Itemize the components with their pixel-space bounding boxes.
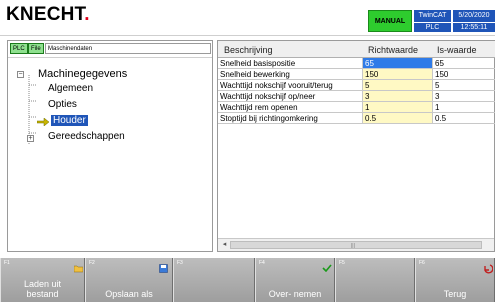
cell-target-value[interactable]: 65 (363, 58, 433, 69)
grip-icon: ||| (351, 243, 355, 249)
f6-back-button[interactable]: F6 Terug (415, 258, 495, 302)
fkey-label-line2: bestand (26, 289, 59, 299)
plc-button[interactable]: PLC (10, 43, 28, 54)
f5-empty-button[interactable]: F5 (335, 258, 415, 302)
file-button[interactable]: File (28, 43, 44, 54)
f1-load-from-file-button[interactable]: F1 Laden uit bestand (0, 258, 85, 302)
cell-target-value[interactable]: 1 (363, 102, 433, 113)
fkey-number: F3 (177, 260, 183, 266)
parameter-table: Beschrijving Richtwaarde Is-waarde Snelh… (217, 40, 495, 252)
cell-target-value[interactable]: 0.5 (363, 113, 433, 124)
checkmark-icon (322, 264, 332, 272)
column-header-richtwaarde[interactable]: Richtwaarde (368, 45, 418, 55)
twincat-label: TwinCAT (418, 12, 447, 19)
cell-description: Snelheid bewerking (218, 69, 363, 80)
f3-empty-button[interactable]: F3 (173, 258, 255, 302)
fkey-label: Laden uit bestand (1, 279, 84, 299)
cell-actual-value: 1 (433, 102, 495, 113)
tree-node-gereedschappen[interactable]: Gereedschappen (48, 131, 125, 142)
cell-target-value[interactable]: 150 (363, 69, 433, 80)
tree-connector-lines (28, 75, 37, 145)
tree-toolbar: PLC File Maschinendaten (8, 41, 212, 58)
date-text: 5/20/2020 (458, 12, 490, 19)
table-row[interactable]: Stoptijd bij richtingomkering 0.5 0.5 (218, 113, 495, 124)
f4-apply-button[interactable]: F4 Over- nemen (255, 258, 335, 302)
cell-description: Wachttijd nokschijf vooruit/terug (218, 80, 363, 91)
collapse-root-icon[interactable]: − (17, 71, 24, 78)
fkey-label-line1: Terug (443, 289, 467, 299)
company-logo: KNECHT. (6, 4, 90, 26)
cell-description: Wachttijd nokschijf op/neer (218, 91, 363, 102)
cell-actual-value: 0.5 (433, 113, 495, 124)
back-arrow-icon (484, 264, 493, 274)
table-row[interactable]: Snelheid basispositie 65 65 (218, 58, 495, 69)
cell-description: Stoptijd bij richtingomkering (218, 113, 363, 124)
fkey-number: F2 (89, 260, 95, 266)
mode-indicator: MANUAL (368, 10, 412, 32)
arrow-right-icon (37, 118, 49, 126)
cell-description: Snelheid basispositie (218, 58, 363, 69)
datetime-display: 5/20/2020 12:55:11 (453, 10, 495, 32)
expand-node-icon[interactable]: + (27, 135, 34, 142)
cell-actual-value: 3 (433, 91, 495, 102)
table-row[interactable]: Wachttijd rem openen 1 1 (218, 102, 495, 113)
function-key-bar: F1 Laden uit bestand F2 Opslaan als F3 F4… (0, 258, 495, 302)
scrollbar-thumb[interactable]: ||| (230, 241, 482, 249)
fkey-label-line1: Opslaan als (105, 289, 153, 299)
table-header: Beschrijving Richtwaarde Is-waarde (218, 41, 495, 58)
column-header-is-waarde[interactable]: Is-waarde (437, 45, 477, 55)
horizontal-scrollbar[interactable]: ◂ ||| (218, 238, 494, 251)
f2-save-as-button[interactable]: F2 Opslaan als (85, 258, 173, 302)
fkey-label-line1: Laden uit (23, 279, 62, 289)
fkey-label: Terug (416, 289, 494, 299)
time-text: 12:55:11 (453, 22, 495, 33)
fkey-label: Over- nemen (256, 289, 334, 299)
cell-actual-value: 150 (433, 69, 495, 80)
fkey-label: Opslaan als (86, 289, 172, 299)
tree-panel: PLC File Maschinendaten − Machinegegeven… (7, 40, 213, 252)
table-row[interactable]: Wachttijd nokschijf op/neer 3 3 (218, 91, 495, 102)
tree-node-machinegegevens[interactable]: Machinegegevens (38, 68, 127, 80)
fkey-number: F4 (259, 260, 265, 266)
breadcrumb: Maschinendaten (45, 43, 211, 54)
cell-target-value[interactable]: 5 (363, 80, 433, 91)
tree-node-opties[interactable]: Opties (48, 99, 77, 110)
cell-description: Wachttijd rem openen (218, 102, 363, 113)
cell-actual-value: 5 (433, 80, 495, 91)
tree-node-houder[interactable]: Houder (51, 115, 88, 126)
scroll-left-icon[interactable]: ◂ (219, 240, 230, 250)
fkey-number: F6 (419, 260, 425, 266)
fkey-number: F5 (339, 260, 345, 266)
logo-dot: . (84, 4, 90, 25)
cell-actual-value: 65 (433, 58, 495, 69)
column-header-beschrijving[interactable]: Beschrijving (224, 45, 273, 55)
fkey-label-line1: Over- nemen (268, 289, 322, 299)
cell-target-value[interactable]: 3 (363, 91, 433, 102)
table-row[interactable]: Wachttijd nokschijf vooruit/terug 5 5 (218, 80, 495, 91)
table-row[interactable]: Snelheid bewerking 150 150 (218, 69, 495, 80)
tree-node-algemeen[interactable]: Algemeen (48, 83, 93, 94)
header-bar: KNECHT. MANUAL TwinCAT PLC 5/20/2020 12:… (0, 0, 495, 36)
fkey-number: F1 (4, 260, 10, 266)
folder-icon (74, 265, 83, 273)
logo-text: KNECHT (6, 4, 85, 25)
twincat-status: TwinCAT PLC (414, 10, 451, 32)
plc-label: PLC (414, 22, 451, 33)
save-icon (159, 264, 168, 273)
